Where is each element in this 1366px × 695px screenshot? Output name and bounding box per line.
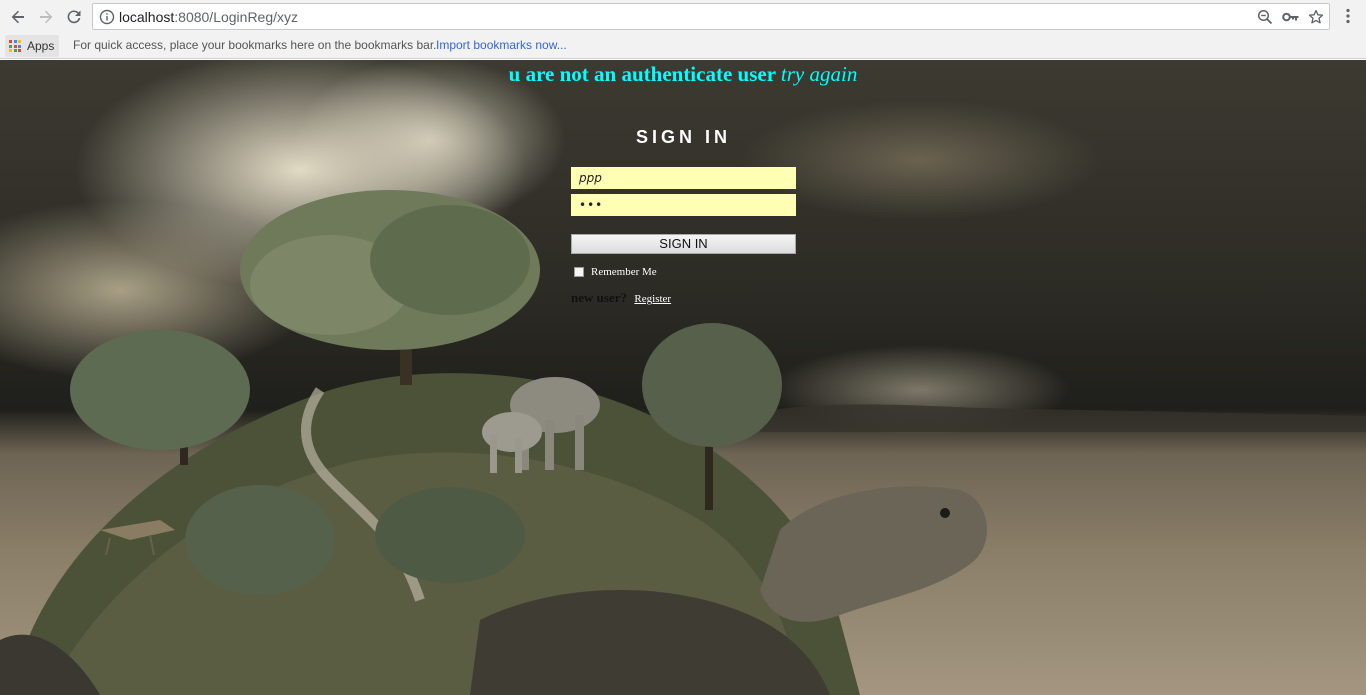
error-text: u are not an authenticate user (508, 62, 776, 86)
register-link[interactable]: Register (634, 293, 671, 305)
url-text[interactable]: localhost:8080/LoginReg/xyz (119, 9, 298, 25)
info-icon[interactable] (99, 9, 115, 25)
signin-button[interactable]: SIGN IN (571, 234, 796, 254)
key-icon[interactable] (1282, 8, 1300, 26)
remember-me-label[interactable]: Remember Me (591, 266, 657, 278)
username-input[interactable]: ppp (571, 167, 796, 189)
address-bar[interactable]: localhost:8080/LoginReg/xyz (92, 3, 1330, 30)
apps-grid-icon (9, 40, 21, 52)
back-icon[interactable] (6, 5, 30, 29)
signin-title: SIGN IN (635, 127, 731, 147)
url-host: localhost (119, 9, 175, 25)
login-page: u are not an authenticate user try again… (0, 60, 1366, 695)
bookmarks-hint: For quick access, place your bookmarks h… (73, 38, 437, 52)
forward-icon[interactable] (34, 5, 58, 29)
auth-error-message: u are not an authenticate user try again (0, 62, 1366, 87)
reload-icon[interactable] (62, 5, 86, 29)
import-bookmarks-link[interactable]: Import bookmarks now... (436, 38, 567, 52)
remember-me-checkbox[interactable] (574, 267, 584, 277)
apps-button[interactable]: Apps (5, 35, 60, 57)
password-input[interactable]: ••• (571, 194, 796, 216)
bookmarks-bar: Apps For quick access, place your bookma… (0, 33, 1366, 59)
zoom-icon[interactable] (1256, 8, 1274, 26)
new-user-label: new user? (571, 290, 627, 305)
remember-me-row[interactable]: Remember Me (574, 266, 657, 278)
background-artwork (0, 190, 1366, 695)
try-again-text: try again (780, 62, 858, 86)
url-path: :8080/LoginReg/xyz (174, 9, 299, 25)
new-user-row: new user? Register (571, 289, 671, 307)
menu-icon[interactable] (1340, 6, 1356, 26)
star-icon[interactable] (1307, 8, 1325, 26)
apps-label: Apps (27, 39, 55, 53)
browser-toolbar: localhost:8080/LoginReg/xyz (0, 0, 1366, 33)
